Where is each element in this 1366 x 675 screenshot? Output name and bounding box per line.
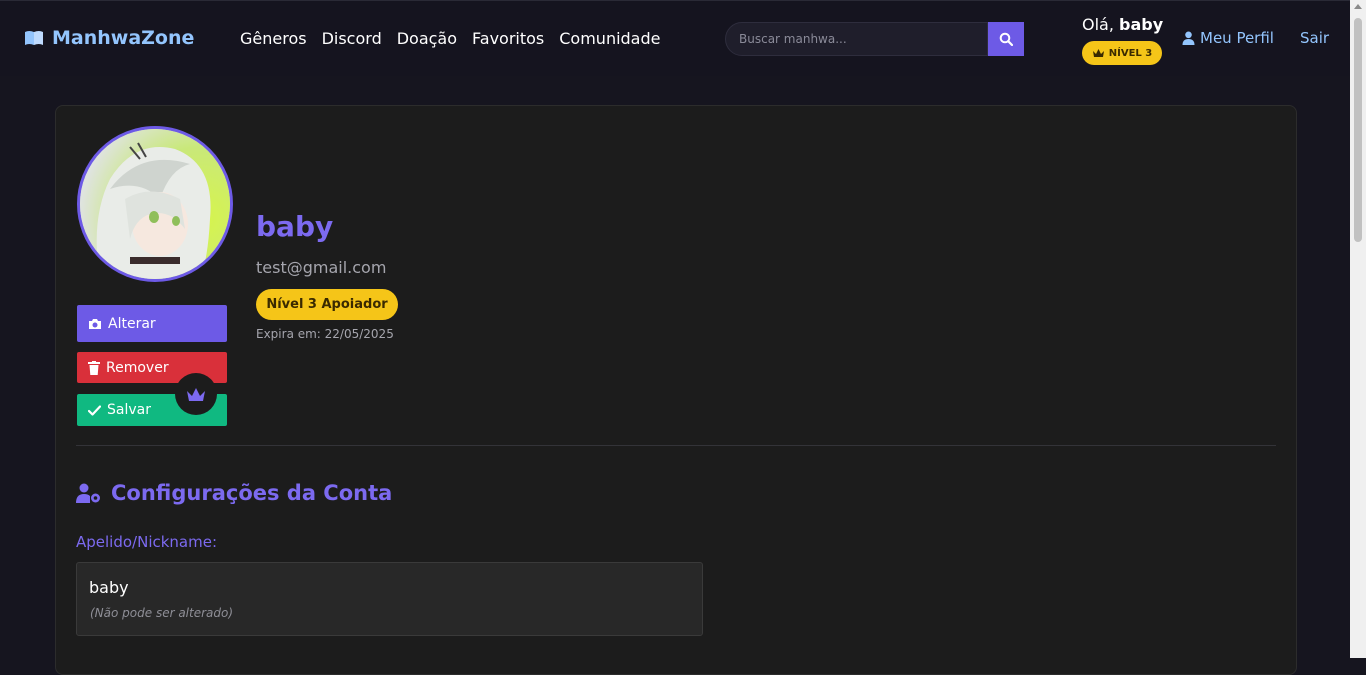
search-input[interactable] (725, 22, 988, 56)
brand-name: ManhwaZone (52, 27, 195, 49)
crown-icon (1092, 49, 1104, 57)
supporter-crown-badge (175, 373, 217, 415)
avatar (77, 126, 233, 282)
nav-link-comunidade[interactable]: Comunidade (559, 29, 660, 48)
greeting-username: baby (1119, 15, 1164, 34)
scrollbar-thumb[interactable] (1354, 18, 1362, 242)
nav-links: Gêneros Discord Doação Favoritos Comunid… (240, 29, 660, 48)
nav-link-discord[interactable]: Discord (322, 29, 382, 48)
crown-icon (187, 387, 205, 401)
brand-logo[interactable]: ManhwaZone (24, 27, 194, 49)
profile-card: Alterar Remover Salvar baby test@gmail.c… (55, 105, 1297, 675)
level-badge-label: NÍVEL 3 (1108, 47, 1153, 59)
user-greeting: Olá, baby (1082, 15, 1163, 34)
profile-link-label: Meu Perfil (1200, 29, 1274, 47)
camera-icon (89, 318, 101, 329)
user-icon (1182, 31, 1195, 45)
top-navbar: ManhwaZone Gêneros Discord Doação Favori… (0, 0, 1350, 76)
trash-icon (88, 360, 100, 375)
nav-link-generos[interactable]: Gêneros (240, 29, 307, 48)
change-avatar-button[interactable]: Alterar (77, 305, 227, 342)
check-icon (88, 404, 101, 416)
search-bar (725, 22, 1024, 56)
profile-email: test@gmail.com (256, 258, 387, 277)
nav-link-favoritos[interactable]: Favoritos (472, 29, 544, 48)
nickname-label: Apelido/Nickname: (76, 533, 218, 551)
greeting-prefix: Olá, (1082, 15, 1114, 34)
account-settings-title: Configurações da Conta (76, 481, 392, 505)
search-button[interactable] (988, 22, 1024, 56)
scroll-up-arrow-icon[interactable] (1354, 4, 1362, 9)
avatar-image (80, 129, 230, 279)
nickname-value: baby (89, 578, 129, 597)
nickname-hint: (Não pode ser alterado) (90, 606, 234, 620)
book-icon (25, 31, 43, 45)
page-scrollbar[interactable] (1350, 0, 1366, 658)
supporter-badge: Nível 3 Apoiador (256, 289, 398, 320)
change-avatar-label: Alterar (108, 315, 156, 332)
remove-avatar-label: Remover (106, 359, 169, 376)
nav-link-doacao[interactable]: Doação (397, 29, 457, 48)
profile-link[interactable]: Meu Perfil (1182, 29, 1274, 47)
subscription-expiry: Expira em: 22/05/2025 (256, 327, 394, 341)
save-avatar-label: Salvar (107, 402, 151, 418)
nickname-field: baby (Não pode ser alterado) (76, 562, 703, 636)
user-cog-icon (76, 483, 100, 503)
level-badge: NÍVEL 3 (1082, 41, 1162, 65)
account-settings-label: Configurações da Conta (111, 481, 393, 505)
section-divider (76, 445, 1276, 446)
profile-username: baby (256, 210, 334, 243)
logout-link[interactable]: Sair (1300, 29, 1329, 47)
search-icon (999, 32, 1013, 46)
